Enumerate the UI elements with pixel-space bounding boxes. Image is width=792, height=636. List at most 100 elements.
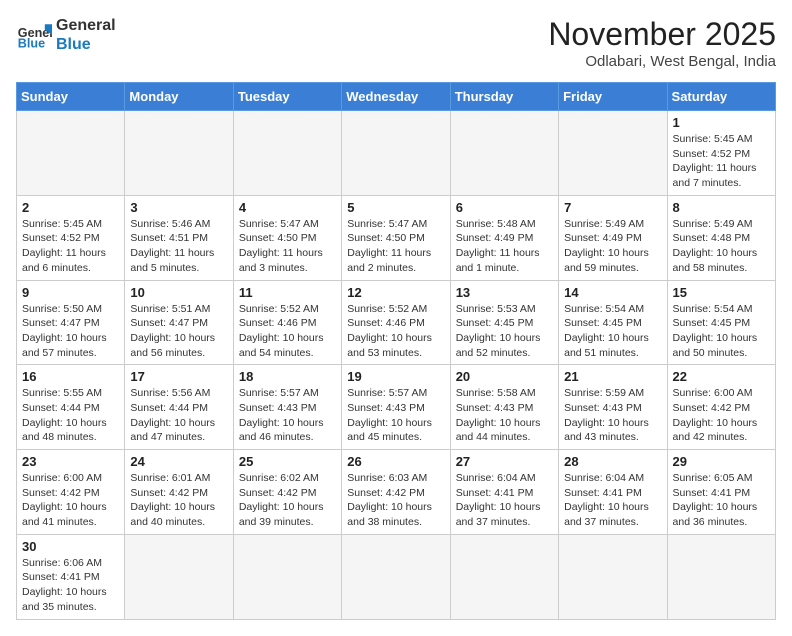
day-info: Sunrise: 5:59 AM Sunset: 4:43 PM Dayligh… <box>564 386 661 445</box>
logo-icon: General Blue <box>16 17 52 53</box>
weekday-header-row: SundayMondayTuesdayWednesdayThursdayFrid… <box>17 83 776 111</box>
day-number: 21 <box>564 369 661 384</box>
calendar-day-cell: 9 Sunrise: 5:50 AM Sunset: 4:47 PM Daylig… <box>17 280 125 365</box>
calendar-day-cell: 11 Sunrise: 5:52 AM Sunset: 4:46 PM Dayli… <box>233 280 341 365</box>
day-number: 10 <box>130 285 227 300</box>
day-info: Sunrise: 6:00 AM Sunset: 4:42 PM Dayligh… <box>22 471 119 530</box>
calendar-day-cell: 16 Sunrise: 5:55 AM Sunset: 4:44 PM Dayli… <box>17 365 125 450</box>
day-info: Sunrise: 6:05 AM Sunset: 4:41 PM Dayligh… <box>673 471 770 530</box>
header: General Blue General Blue November 2025 … <box>16 16 776 70</box>
day-number: 11 <box>239 285 336 300</box>
calendar-day-cell <box>233 111 341 196</box>
day-number: 30 <box>22 539 119 554</box>
weekday-header-thursday: Thursday <box>450 83 558 111</box>
calendar-day-cell: 5Sunrise: 5:47 AM Sunset: 4:50 PM Daylig… <box>342 195 450 280</box>
day-info: Sunrise: 5:47 AM Sunset: 4:50 PM Dayligh… <box>347 217 444 276</box>
day-info: Sunrise: 5:53 AM Sunset: 4:45 PM Dayligh… <box>456 302 553 361</box>
day-number: 14 <box>564 285 661 300</box>
location-title: Odlabari, West Bengal, India <box>548 53 776 70</box>
day-number: 3 <box>130 200 227 215</box>
day-info: Sunrise: 5:49 AM Sunset: 4:49 PM Dayligh… <box>564 217 661 276</box>
title-area: November 2025 Odlabari, West Bengal, Ind… <box>548 16 776 70</box>
day-info: Sunrise: 5:50 AM Sunset: 4:47 PM Dayligh… <box>22 302 119 361</box>
day-number: 9 <box>22 285 119 300</box>
calendar-day-cell: 13 Sunrise: 5:53 AM Sunset: 4:45 PM Dayli… <box>450 280 558 365</box>
calendar-day-cell <box>450 111 558 196</box>
calendar-day-cell: 18Sunrise: 5:57 AM Sunset: 4:43 PM Dayli… <box>233 365 341 450</box>
day-info: Sunrise: 5:52 AM Sunset: 4:46 PM Dayligh… <box>347 302 444 361</box>
calendar-day-cell: 29 Sunrise: 6:05 AM Sunset: 4:41 PM Dayli… <box>667 450 775 535</box>
calendar-day-cell: 30 Sunrise: 6:06 AM Sunset: 4:41 PM Dayli… <box>17 534 125 619</box>
calendar-day-cell <box>450 534 558 619</box>
day-info: Sunrise: 5:57 AM Sunset: 4:43 PM Dayligh… <box>347 386 444 445</box>
day-info: Sunrise: 6:04 AM Sunset: 4:41 PM Dayligh… <box>456 471 553 530</box>
logo: General Blue General Blue <box>16 16 116 54</box>
day-info: Sunrise: 5:45 AM Sunset: 4:52 PM Dayligh… <box>673 132 770 191</box>
calendar-day-cell: 7Sunrise: 5:49 AM Sunset: 4:49 PM Daylig… <box>559 195 667 280</box>
day-info: Sunrise: 5:45 AM Sunset: 4:52 PM Dayligh… <box>22 217 119 276</box>
day-info: Sunrise: 5:54 AM Sunset: 4:45 PM Dayligh… <box>564 302 661 361</box>
calendar-day-cell: 24 Sunrise: 6:01 AM Sunset: 4:42 PM Dayli… <box>125 450 233 535</box>
day-info: Sunrise: 5:56 AM Sunset: 4:44 PM Dayligh… <box>130 386 227 445</box>
calendar-day-cell: 12 Sunrise: 5:52 AM Sunset: 4:46 PM Dayli… <box>342 280 450 365</box>
calendar-day-cell <box>125 111 233 196</box>
calendar-week-row: 30 Sunrise: 6:06 AM Sunset: 4:41 PM Dayli… <box>17 534 776 619</box>
day-number: 2 <box>22 200 119 215</box>
day-info: Sunrise: 5:52 AM Sunset: 4:46 PM Dayligh… <box>239 302 336 361</box>
calendar: SundayMondayTuesdayWednesdayThursdayFrid… <box>16 82 776 620</box>
day-number: 18 <box>239 369 336 384</box>
weekday-header-monday: Monday <box>125 83 233 111</box>
weekday-header-friday: Friday <box>559 83 667 111</box>
day-number: 24 <box>130 454 227 469</box>
day-info: Sunrise: 5:49 AM Sunset: 4:48 PM Dayligh… <box>673 217 770 276</box>
day-number: 25 <box>239 454 336 469</box>
day-info: Sunrise: 6:03 AM Sunset: 4:42 PM Dayligh… <box>347 471 444 530</box>
day-number: 23 <box>22 454 119 469</box>
day-number: 22 <box>673 369 770 384</box>
day-info: Sunrise: 6:01 AM Sunset: 4:42 PM Dayligh… <box>130 471 227 530</box>
day-number: 8 <box>673 200 770 215</box>
calendar-day-cell <box>17 111 125 196</box>
day-number: 1 <box>673 115 770 130</box>
calendar-week-row: 1 Sunrise: 5:45 AM Sunset: 4:52 PM Daylig… <box>17 111 776 196</box>
day-number: 15 <box>673 285 770 300</box>
calendar-day-cell: 23 Sunrise: 6:00 AM Sunset: 4:42 PM Dayli… <box>17 450 125 535</box>
day-number: 19 <box>347 369 444 384</box>
calendar-day-cell <box>559 534 667 619</box>
calendar-day-cell: 27 Sunrise: 6:04 AM Sunset: 4:41 PM Dayli… <box>450 450 558 535</box>
calendar-day-cell <box>342 111 450 196</box>
calendar-day-cell <box>342 534 450 619</box>
calendar-day-cell: 1 Sunrise: 5:45 AM Sunset: 4:52 PM Daylig… <box>667 111 775 196</box>
day-info: Sunrise: 5:47 AM Sunset: 4:50 PM Dayligh… <box>239 217 336 276</box>
calendar-day-cell: 4 Sunrise: 5:47 AM Sunset: 4:50 PM Daylig… <box>233 195 341 280</box>
day-info: Sunrise: 5:55 AM Sunset: 4:44 PM Dayligh… <box>22 386 119 445</box>
calendar-day-cell: 15Sunrise: 5:54 AM Sunset: 4:45 PM Dayli… <box>667 280 775 365</box>
calendar-week-row: 9 Sunrise: 5:50 AM Sunset: 4:47 PM Daylig… <box>17 280 776 365</box>
calendar-day-cell: 10Sunrise: 5:51 AM Sunset: 4:47 PM Dayli… <box>125 280 233 365</box>
calendar-day-cell: 3Sunrise: 5:46 AM Sunset: 4:51 PM Daylig… <box>125 195 233 280</box>
calendar-day-cell: 2 Sunrise: 5:45 AM Sunset: 4:52 PM Daylig… <box>17 195 125 280</box>
day-number: 29 <box>673 454 770 469</box>
calendar-day-cell <box>125 534 233 619</box>
day-number: 13 <box>456 285 553 300</box>
calendar-day-cell: 25Sunrise: 6:02 AM Sunset: 4:42 PM Dayli… <box>233 450 341 535</box>
day-info: Sunrise: 6:04 AM Sunset: 4:41 PM Dayligh… <box>564 471 661 530</box>
calendar-day-cell: 21 Sunrise: 5:59 AM Sunset: 4:43 PM Dayli… <box>559 365 667 450</box>
calendar-week-row: 2 Sunrise: 5:45 AM Sunset: 4:52 PM Daylig… <box>17 195 776 280</box>
day-number: 4 <box>239 200 336 215</box>
calendar-day-cell: 8 Sunrise: 5:49 AM Sunset: 4:48 PM Daylig… <box>667 195 775 280</box>
calendar-day-cell: 6Sunrise: 5:48 AM Sunset: 4:49 PM Daylig… <box>450 195 558 280</box>
calendar-day-cell <box>667 534 775 619</box>
day-number: 26 <box>347 454 444 469</box>
weekday-header-tuesday: Tuesday <box>233 83 341 111</box>
month-title: November 2025 <box>548 16 776 53</box>
day-number: 27 <box>456 454 553 469</box>
day-info: Sunrise: 6:06 AM Sunset: 4:41 PM Dayligh… <box>22 556 119 615</box>
calendar-day-cell <box>233 534 341 619</box>
day-number: 12 <box>347 285 444 300</box>
calendar-day-cell: 14 Sunrise: 5:54 AM Sunset: 4:45 PM Dayli… <box>559 280 667 365</box>
day-number: 28 <box>564 454 661 469</box>
day-number: 16 <box>22 369 119 384</box>
calendar-day-cell: 22Sunrise: 6:00 AM Sunset: 4:42 PM Dayli… <box>667 365 775 450</box>
day-number: 17 <box>130 369 227 384</box>
